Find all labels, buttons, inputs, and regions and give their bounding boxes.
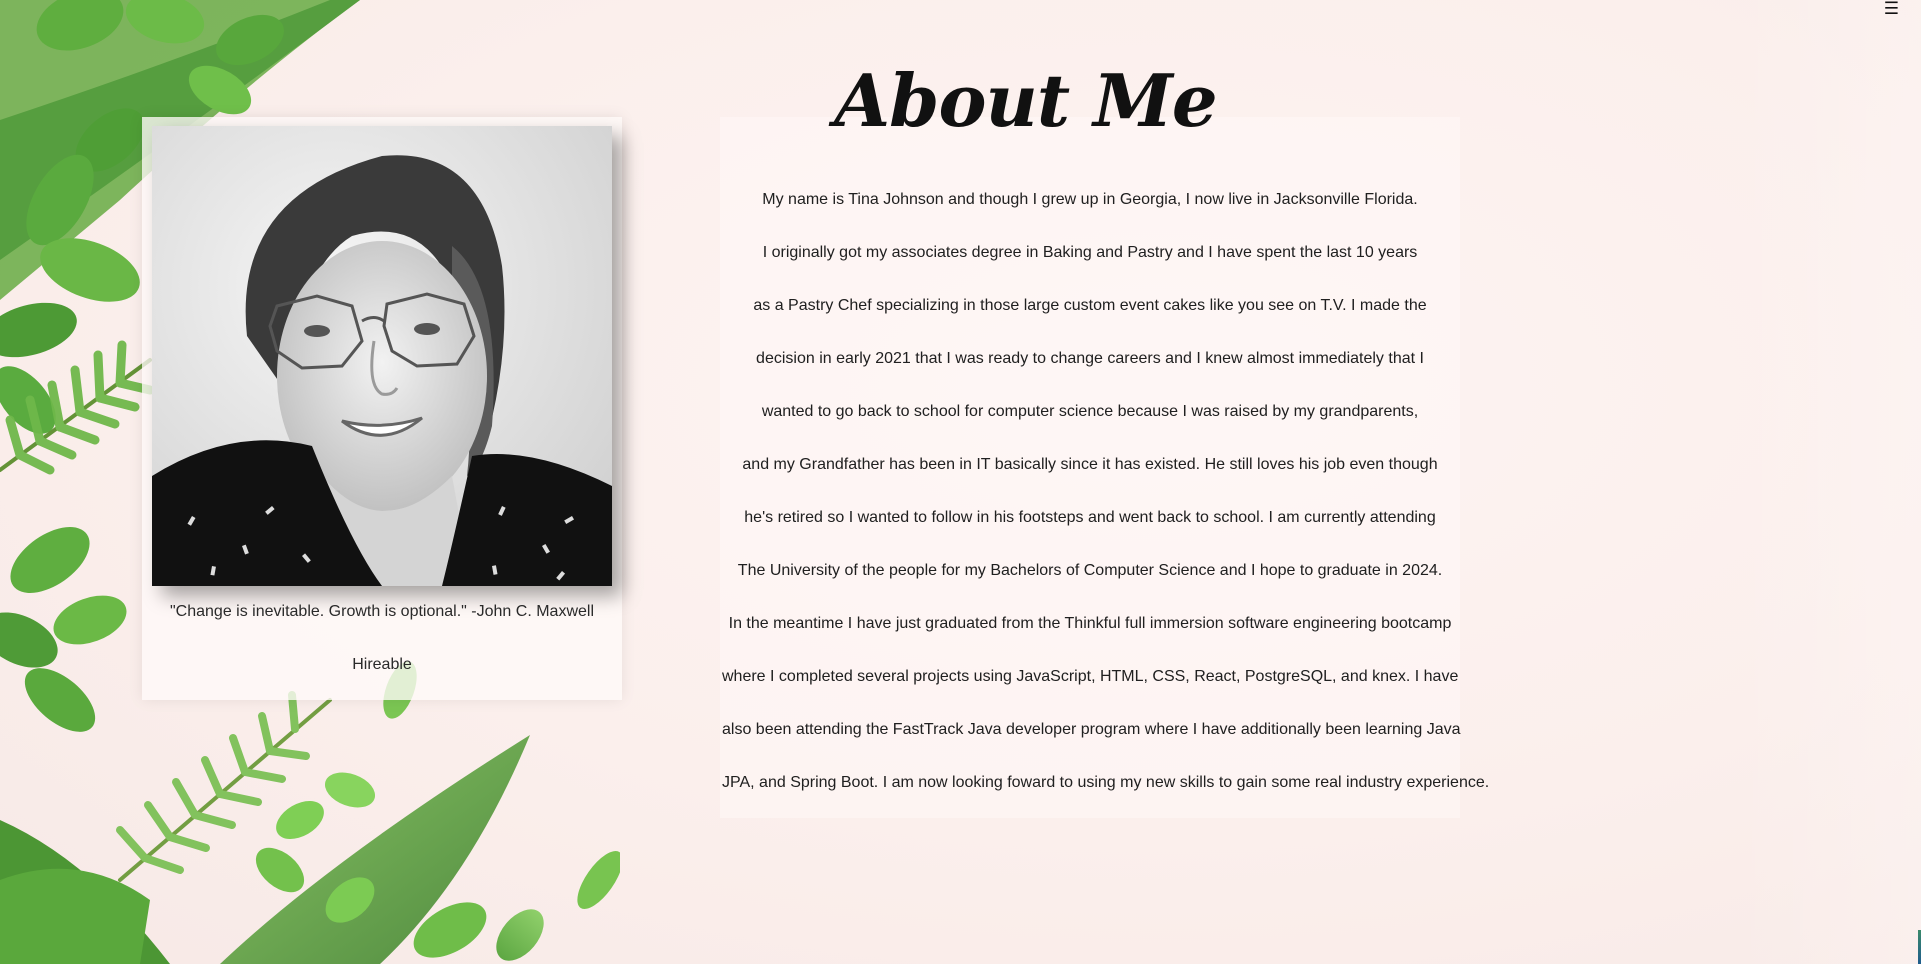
hireable-status: Hireable — [352, 656, 412, 673]
profile-photo — [152, 126, 612, 586]
bio-line: as a Pastry Chef specializing in those l… — [753, 297, 1427, 314]
right-edge-panel — [1731, 0, 1921, 964]
bio-text: My name is Tina Johnson and though I gre… — [722, 188, 1490, 824]
profile-card: "Change is inevitable. Growth is optiona… — [142, 117, 622, 700]
profile-quote: "Change is inevitable. Growth is optiona… — [170, 603, 594, 620]
bio-line: also been attending the FastTrack Java d… — [722, 721, 1461, 738]
bio-line: I originally got my associates degree in… — [762, 244, 1418, 261]
bio-line: The University of the people for my Bach… — [737, 562, 1443, 579]
bio-line: decision in early 2021 that I was ready … — [756, 350, 1424, 367]
bio-line: In the meantime I have just graduated fr… — [728, 615, 1452, 632]
bio-line: My name is Tina Johnson and though I gre… — [762, 191, 1418, 208]
page-title: About Me — [834, 58, 1217, 143]
bio-line: wanted to go back to school for computer… — [761, 403, 1419, 420]
bio-line: and my Grandfather has been in IT basica… — [742, 456, 1438, 473]
bio-line: where I completed several projects using… — [722, 668, 1459, 685]
bio-line: he's retired so I wanted to follow in hi… — [744, 509, 1436, 526]
hamburger-menu-icon[interactable]: ☰ — [1884, 0, 1899, 18]
bio-line: JPA, and Spring Boot. I am now looking f… — [722, 774, 1490, 791]
